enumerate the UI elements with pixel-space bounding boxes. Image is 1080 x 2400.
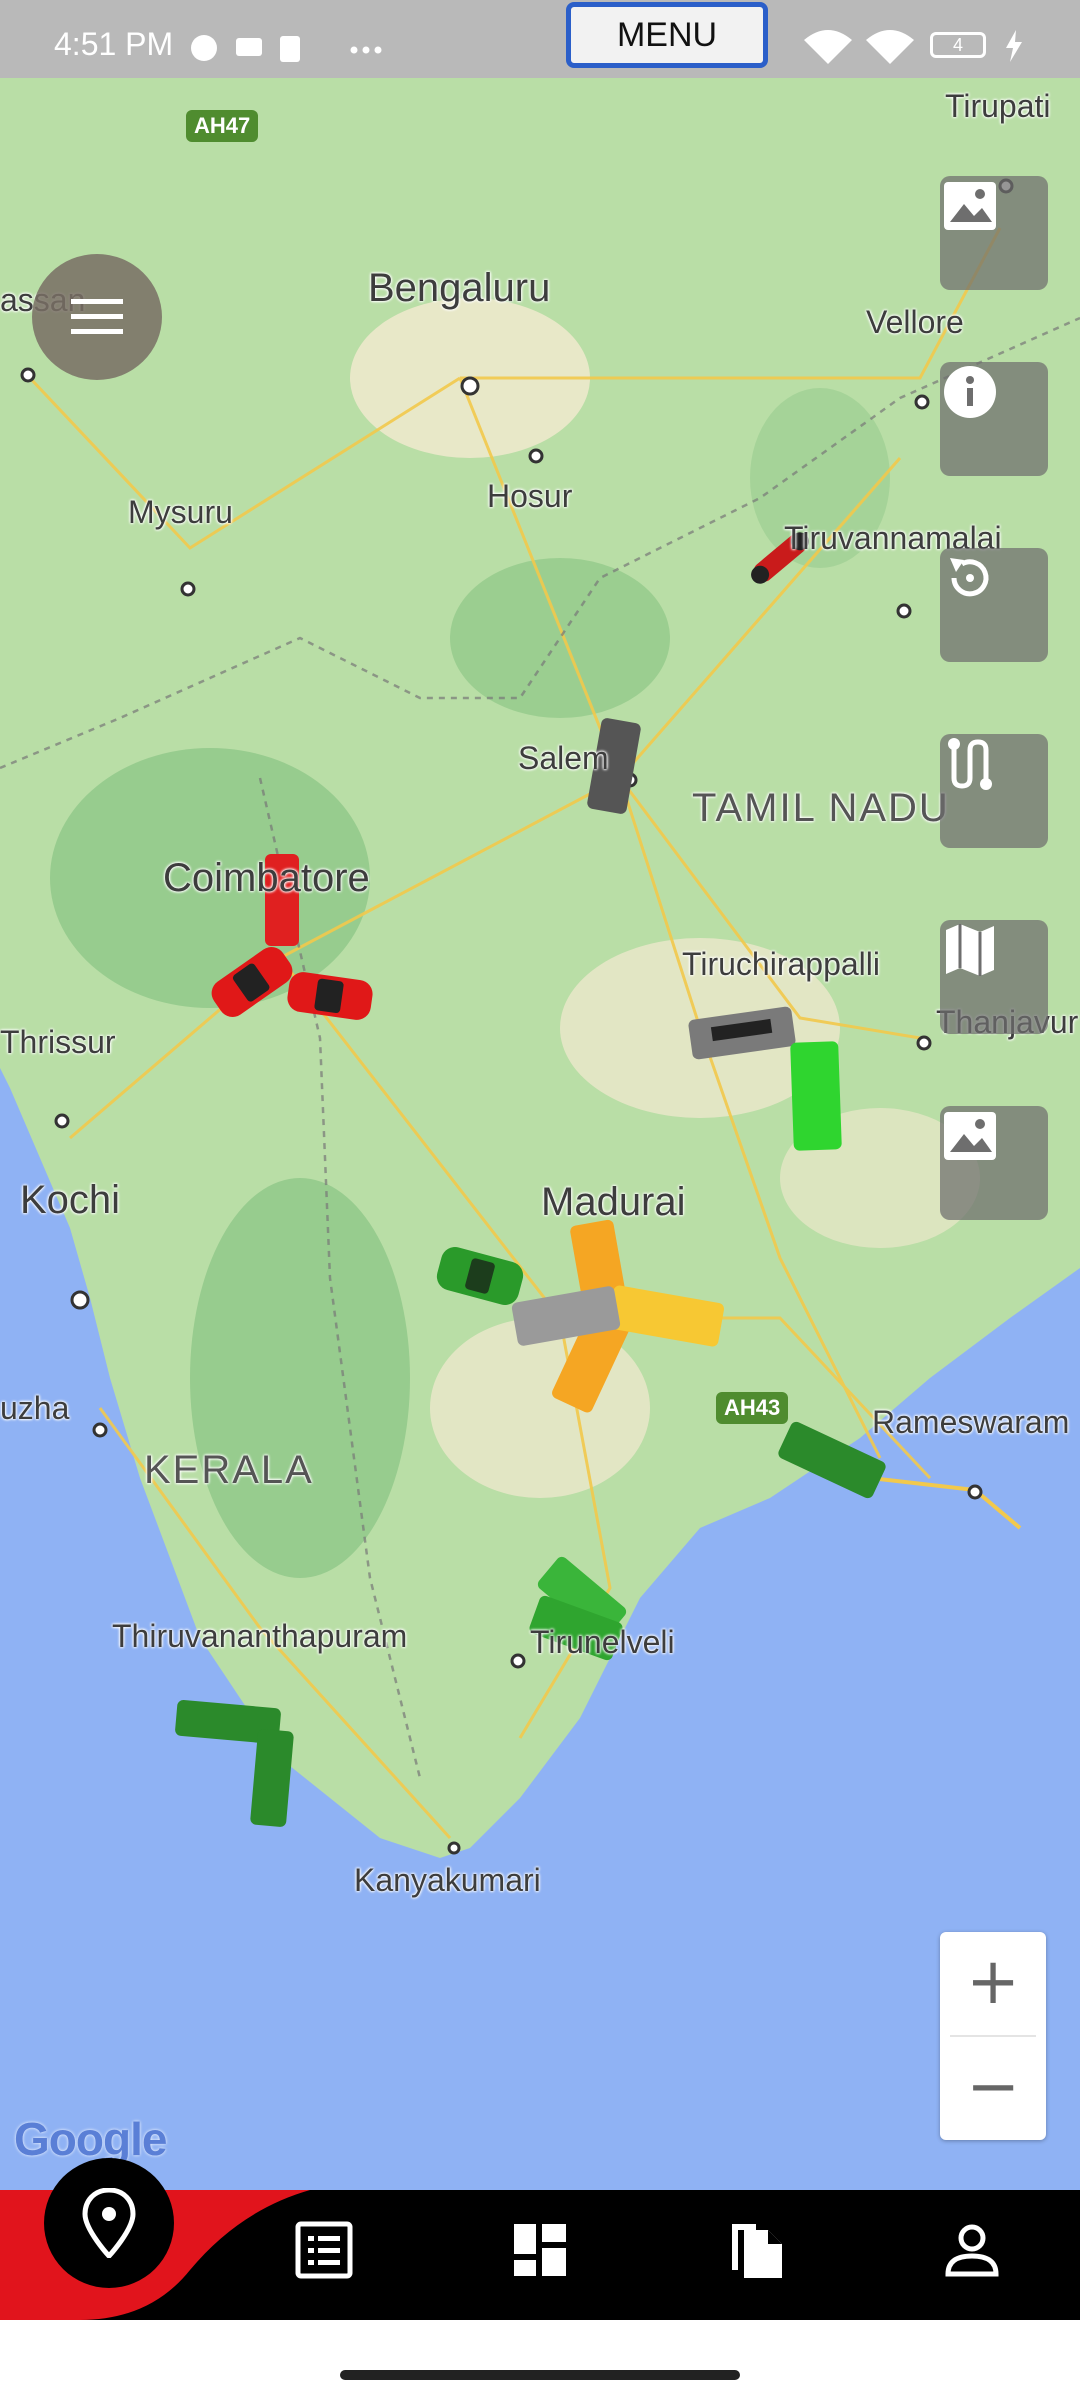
info-icon	[944, 366, 996, 418]
map-label-kerala: KERALA	[144, 1448, 314, 1492]
map-label-tirupati: Tirupati	[945, 88, 1051, 124]
battery-icon: 4	[930, 32, 986, 58]
status-bar: 4:51 PM MENU 4	[0, 0, 1080, 78]
map-label-kanyakumari: Kanyakumari	[354, 1862, 541, 1898]
nav-profile-button[interactable]	[942, 2220, 1002, 2280]
map-label-hosur: Hosur	[487, 478, 573, 514]
location-pin-icon	[82, 2188, 136, 2258]
nav-dashboard-button[interactable]	[510, 2220, 570, 2280]
map-label-mysuru: Mysuru	[128, 494, 233, 530]
list-icon	[295, 2221, 353, 2279]
home-indicator[interactable]	[340, 2370, 740, 2380]
map-label-rameswaram: Rameswaram	[872, 1404, 1070, 1440]
map-label-alappuzha: uzha	[0, 1390, 70, 1426]
hamburger-icon	[71, 299, 123, 334]
map-label-tiruchirappalli: Tiruchirappalli	[682, 946, 880, 982]
image-icon	[944, 1112, 996, 1160]
satellite-layer-button[interactable]	[940, 1106, 1048, 1220]
info-button[interactable]	[940, 362, 1048, 476]
hamburger-menu-button[interactable]	[32, 254, 162, 380]
map-label-tamil-nadu: TAMIL NADU	[692, 786, 950, 830]
zoom-in-button[interactable]: +	[940, 1932, 1046, 2035]
google-attribution: Google	[14, 2113, 167, 2165]
map-label-tirunelveli: Tirunelveli	[530, 1624, 675, 1660]
image-layer-button[interactable]	[940, 176, 1048, 290]
map-label-salem: Salem	[518, 740, 609, 776]
highway-badge-ah43: AH43	[716, 1392, 789, 1424]
dashboard-icon	[514, 2224, 566, 2276]
map-label-vellore: Vellore	[866, 304, 964, 340]
map-icon	[946, 924, 994, 976]
bottom-navigation	[0, 2158, 1080, 2320]
map-label-bengaluru: Bengaluru	[368, 266, 551, 310]
status-icons-left	[191, 35, 382, 62]
zoom-controls: + −	[940, 1932, 1046, 2140]
charging-icon	[1006, 30, 1022, 62]
documents-icon	[732, 2224, 782, 2278]
zoom-out-button[interactable]: −	[940, 2037, 1046, 2140]
route-icon	[948, 738, 992, 790]
map-label-coimbatore: Coimbatore	[163, 856, 370, 900]
route-button[interactable]	[940, 734, 1048, 848]
image-icon	[944, 182, 996, 230]
status-time: 4:51 PM	[54, 26, 174, 62]
nav-documents-button[interactable]	[726, 2220, 786, 2280]
map-view[interactable]: Tirupati Bengaluru Vellore assan Mysuru …	[0, 78, 1080, 2190]
refresh-button[interactable]	[940, 548, 1048, 662]
map-label-kochi: Kochi	[20, 1178, 121, 1222]
gesture-bar-area	[0, 2320, 1080, 2400]
map-label-thrissur: Thrissur	[0, 1024, 116, 1060]
map-type-button[interactable]	[940, 920, 1048, 1034]
map-label-thiruvananthapuram: Thiruvananthapuram	[112, 1618, 408, 1654]
map-label-madurai: Madurai	[541, 1180, 686, 1224]
battery-level: 4	[952, 35, 963, 55]
vehicle-bus-green	[790, 1041, 842, 1151]
refresh-icon	[950, 558, 989, 597]
nav-list-button[interactable]	[294, 2220, 354, 2280]
profile-icon	[945, 2224, 999, 2277]
highway-badge-ah47: AH47	[186, 110, 259, 142]
nav-map-button[interactable]	[44, 2158, 174, 2288]
menu-button[interactable]: MENU	[566, 2, 768, 68]
